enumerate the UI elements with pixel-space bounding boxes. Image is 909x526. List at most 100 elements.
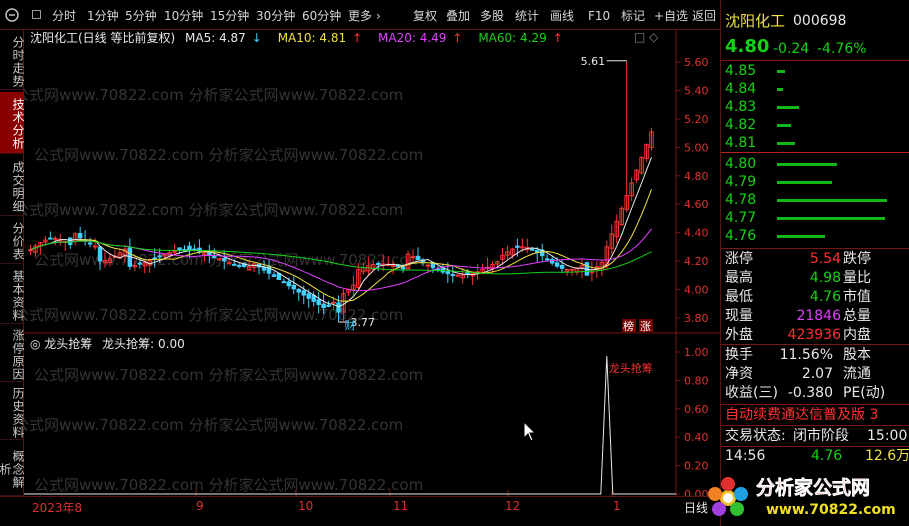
stat-label: 涨停 (725, 251, 753, 267)
y-tick-label: 3.80 (684, 312, 709, 325)
period-tab-more[interactable]: 更多 (348, 7, 372, 25)
add-watchlist-button[interactable]: +自选 (654, 7, 688, 25)
tab-fundamentals[interactable]: 基本资料 (0, 266, 25, 324)
candle-body (261, 266, 267, 271)
tab-intraday[interactable]: 分时走势 (0, 32, 25, 90)
candle-body (326, 304, 331, 307)
y-tick-label: 5.40 (684, 85, 709, 98)
trade-time: 15:00 (867, 428, 908, 444)
y-tick-label: 4.40 (684, 227, 709, 240)
stat2-label: 净资 (725, 366, 753, 382)
candle-body (450, 273, 456, 276)
tab-trade-detail[interactable]: 成交明细 (0, 156, 25, 216)
candle-body (281, 281, 287, 284)
overlay-button[interactable]: 叠加 (446, 7, 470, 25)
kline-chart[interactable]: 5.60 5.40 5.20 5.00 4.80 4.60 4.40 4.20 4.00 3.80… (24, 30, 720, 496)
tab-history[interactable]: 历史资料 (0, 384, 25, 440)
candle-body (559, 265, 565, 269)
y-tick-label: 5.60 (684, 56, 709, 69)
restore-rights-button[interactable]: 复权 (413, 7, 437, 25)
statistics-button[interactable]: 统计 (515, 7, 539, 25)
period-tab-15min[interactable]: 15分钟 (210, 7, 249, 25)
candle-body (390, 264, 396, 267)
candle-body (226, 262, 232, 265)
period-tab-fenshi[interactable]: 分时 (52, 7, 76, 25)
date-label: 2023年8 (32, 501, 83, 515)
stock-name: 沈阳化工 (725, 12, 786, 30)
candle-body (222, 258, 227, 262)
stat-value: 423936 (787, 327, 841, 343)
indicator-name[interactable]: 龙头抢筹 (44, 337, 92, 351)
mark-button[interactable]: 标记 (621, 7, 645, 25)
menu-icon[interactable] (5, 8, 19, 22)
stat-label-right: 内盘 (843, 327, 871, 343)
period-next-arrow[interactable]: › (376, 7, 381, 25)
ma60-arrow-icon: ↑ (552, 31, 563, 45)
tick-time: 14:56 (725, 448, 766, 464)
candle-body (400, 266, 406, 270)
multi-stock-button[interactable]: 多股 (480, 7, 504, 25)
window-square-icon[interactable] (32, 10, 41, 19)
candle-body (331, 301, 336, 304)
stat2-label-right: 股本 (843, 347, 871, 363)
watermark-text: 公式网www.70822.com 分析家公式网www.70822.com (24, 416, 403, 434)
candle-body (336, 302, 341, 313)
indicator-select-icon[interactable]: ◎ (30, 337, 44, 351)
period-tab-30min[interactable]: 30分钟 (256, 7, 295, 25)
ask-price: 4.82 (725, 117, 757, 133)
high-label: 5.61 (581, 55, 606, 68)
y-tick-label: 4.60 (684, 198, 709, 211)
candle-body (172, 250, 177, 253)
period-tab-5min[interactable]: 5分钟 (125, 7, 157, 25)
tab-technical[interactable]: 技术分析 (0, 92, 25, 154)
candle-body (544, 258, 550, 261)
tab-limit-reason[interactable]: 涨停原因 (0, 326, 25, 382)
draw-line-button[interactable]: 画线 (550, 7, 574, 25)
candle-body (92, 245, 98, 248)
candle-body (157, 255, 162, 258)
period-tab-60min[interactable]: 60分钟 (302, 7, 341, 25)
bid-price: 4.77 (725, 210, 757, 226)
toolbar: 分时 1分钟 5分钟 10分钟 15分钟 30分钟 60分钟 更多 › 复权 叠… (0, 0, 720, 30)
divider (721, 425, 909, 426)
ma60-value: MA60: 4.29 (478, 31, 547, 45)
tab-concepts[interactable]: 概念解析 (0, 442, 25, 496)
chart-settings-icon[interactable]: □ ◇ (634, 30, 658, 44)
watermark-text: 公式网www.70822.com 分析家公式网www.70822.com (24, 86, 403, 104)
y-tick-label: 4.80 (684, 170, 709, 183)
stat-label: 最高 (725, 270, 753, 286)
divider (721, 60, 909, 61)
candle-body (231, 263, 237, 266)
ask-price: 4.85 (725, 63, 757, 79)
signal-label: 龙头抢筹 (609, 361, 653, 375)
ma10-value: MA10: 4.81 (277, 31, 347, 45)
y-tick-label: 5.20 (684, 113, 709, 126)
bid-price: 4.79 (725, 174, 757, 190)
candle-body (28, 249, 33, 252)
candle-body (271, 274, 277, 277)
candle-body (77, 232, 83, 239)
ma10-label: MA10: 4.81 ↑ (278, 31, 368, 45)
stat-value: 4.76 (809, 289, 841, 305)
watermark-text: 公式网www.70822.com 分析家公式网www.70822.com (34, 146, 423, 164)
date-axis-bar: 2023年8 9 10 11 12 1 日线 (0, 496, 720, 526)
period-tab-1min[interactable]: 1分钟 (87, 7, 119, 25)
logo-title: 分析家公式网 (756, 476, 870, 499)
back-button[interactable]: 返回 (692, 7, 716, 25)
tab-price-table[interactable]: 分价表 (0, 218, 25, 264)
stat-label-right: 跌停 (843, 251, 871, 267)
logo-url: www.70822.com (766, 502, 896, 518)
divider (721, 152, 909, 153)
ticker-banner[interactable]: 自动续费通达信普及版 3 (725, 406, 878, 424)
kline-svg[interactable]: 5.60 5.40 5.20 5.00 4.80 4.60 4.40 4.20 4.00 3.80… (24, 30, 720, 496)
candle-body (376, 263, 381, 266)
bid-volume-bar (777, 163, 837, 166)
site-logo: 分析家公式网 www.70822.com (708, 476, 896, 518)
f10-button[interactable]: F10 (588, 7, 610, 25)
candle-body (316, 299, 321, 305)
candle-body (445, 270, 451, 275)
y-tick-label: 4.20 (684, 255, 709, 268)
rank-marker: 榜 (623, 319, 634, 333)
period-tab-10min[interactable]: 10分钟 (164, 7, 203, 25)
candle-body (177, 247, 182, 251)
